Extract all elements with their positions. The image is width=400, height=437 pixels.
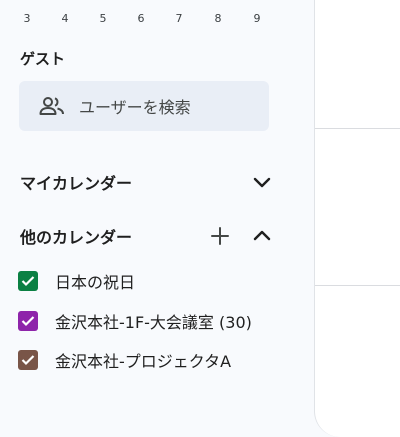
calendar-item-meeting-room[interactable]: 金沢本社-1F-大会議室 (30)	[18, 309, 252, 333]
mini-calendar-day[interactable]: 8	[199, 12, 237, 25]
calendar-item-label: 金沢本社-1F-大会議室 (30)	[55, 313, 252, 332]
guest-section-label: ゲスト	[20, 50, 66, 68]
checkbox-checked-icon[interactable]	[18, 271, 38, 291]
mini-calendar-day[interactable]: 5	[84, 12, 122, 25]
sidebar: 3 4 5 6 7 8 9 ゲスト ユーザーを検索 マイカレンダー 他のカレンダ…	[0, 0, 300, 437]
calendar-item-japan-holidays[interactable]: 日本の祝日	[18, 269, 135, 293]
calendar-item-label: 金沢本社-プロジェクタA	[55, 352, 232, 371]
other-calendars-header[interactable]: 他のカレンダー	[20, 223, 275, 249]
grid-divider	[315, 285, 400, 286]
search-users-input[interactable]: ユーザーを検索	[19, 81, 269, 131]
checkbox-checked-icon[interactable]	[18, 350, 38, 370]
chevron-up-icon[interactable]	[249, 223, 275, 249]
search-users-placeholder: ユーザーを検索	[79, 98, 191, 117]
calendar-grid-panel	[314, 0, 400, 437]
grid-divider	[315, 128, 400, 129]
checkbox-checked-icon[interactable]	[18, 311, 38, 331]
mini-calendar-day[interactable]: 6	[122, 12, 160, 25]
mini-calendar-week-row: 3 4 5 6 7 8 9	[0, 12, 290, 30]
chevron-down-icon[interactable]	[249, 169, 275, 195]
people-icon	[39, 93, 65, 119]
my-calendars-header[interactable]: マイカレンダー	[20, 169, 275, 195]
calendar-item-projector[interactable]: 金沢本社-プロジェクタA	[18, 348, 231, 372]
mini-calendar-day[interactable]: 7	[160, 12, 198, 25]
calendar-item-label: 日本の祝日	[55, 273, 136, 292]
plus-icon[interactable]	[207, 223, 233, 249]
mini-calendar-day[interactable]: 9	[238, 12, 276, 25]
other-calendars-title: 他のカレンダー	[20, 228, 133, 247]
my-calendars-title: マイカレンダー	[20, 174, 133, 193]
mini-calendar-day[interactable]: 4	[46, 12, 84, 25]
mini-calendar-day[interactable]: 3	[8, 12, 46, 25]
